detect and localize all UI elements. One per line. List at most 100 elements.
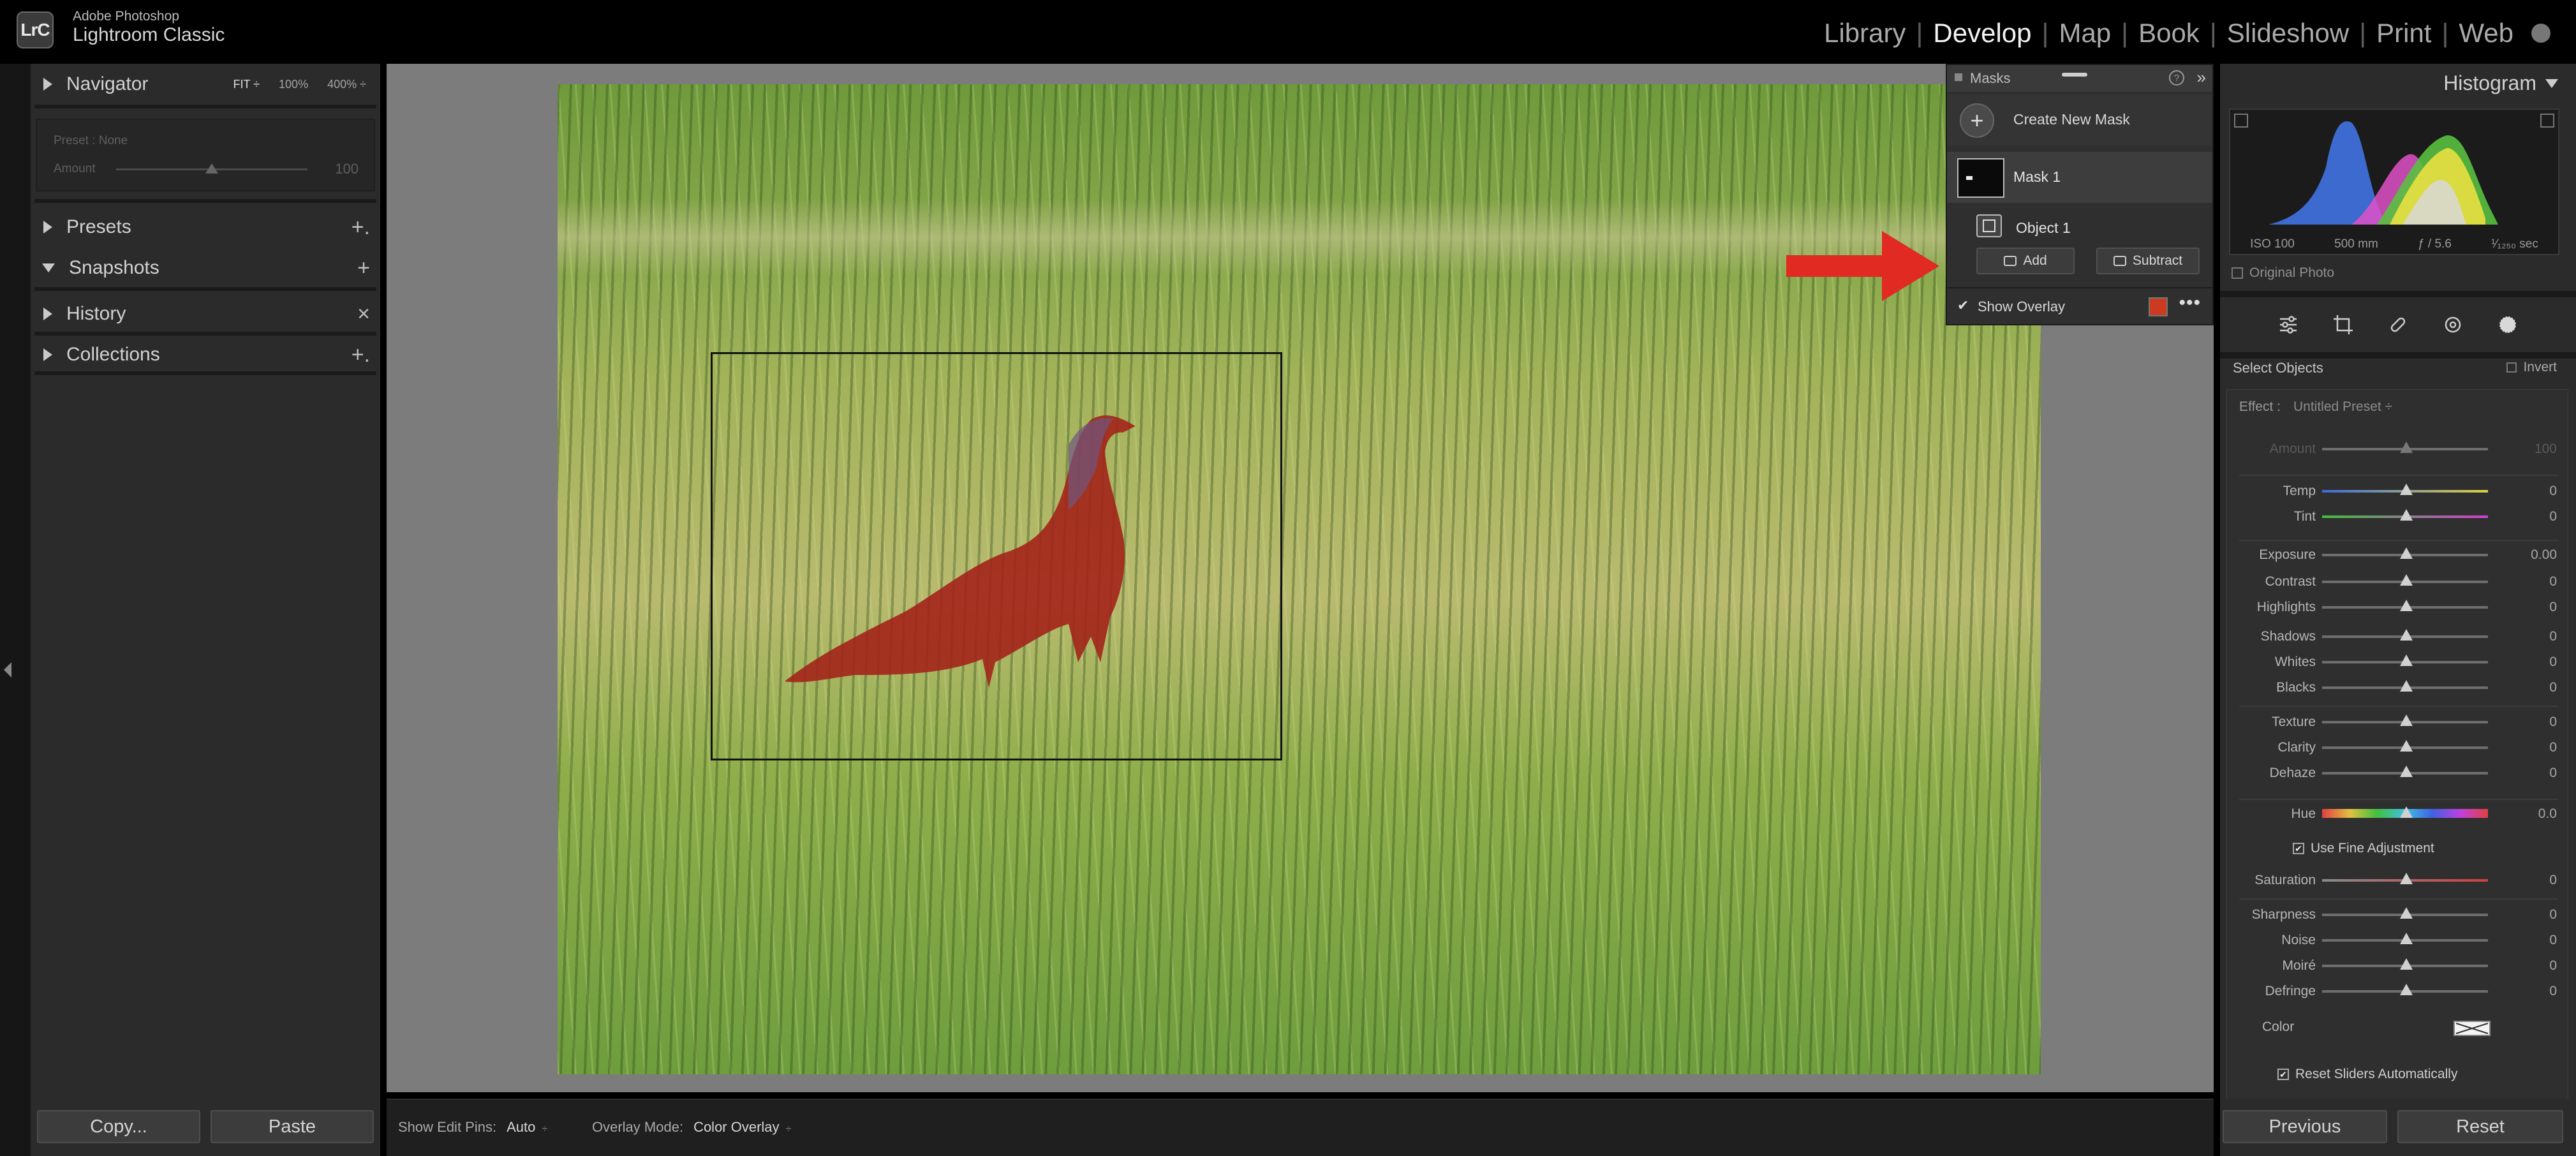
slider-value[interactable]: 0 [2549,907,2557,923]
slider-value[interactable]: 0 [2549,958,2557,974]
cloud-sync-icon[interactable] [2531,24,2550,43]
slider-thumb[interactable] [2400,574,2413,586]
original-photo-toggle[interactable]: Original Photo [2232,265,2334,281]
slider-clarity[interactable]: Clarity 0 [2226,739,2568,758]
navigator-preview[interactable]: Preset : None Amount 100 [36,119,375,191]
slider-value[interactable]: 0 [2549,574,2557,589]
mask-component-item[interactable]: Object 1 [1947,207,2212,242]
slider-shadows[interactable]: Shadows 0 [2226,628,2568,647]
masks-panel-header[interactable]: Masks ? » [1947,65,2212,92]
highlight-clipping-indicator[interactable] [2540,114,2554,128]
overlay-mode-value[interactable]: Color Overlay [693,1119,779,1135]
slider-highlights[interactable]: Highlights 0 [2226,598,2568,618]
slider-thumb[interactable] [2400,600,2413,611]
previous-button[interactable]: Previous [2223,1110,2387,1143]
zoom-fit-option[interactable]: FIT ÷ [233,78,260,91]
slider-value[interactable]: 0 [2549,629,2557,644]
histogram[interactable]: ISO 100 500 mm ƒ / 5.6 ¹⁄₁₂₅₀ sec [2229,108,2559,255]
zoom-400-option[interactable]: 400% ÷ [327,78,366,91]
use-fine-adjustment-toggle[interactable]: ✔ Use Fine Adjustment [2293,841,2434,856]
show-overlay-checkbox[interactable]: ✔ [1957,297,1969,314]
slider-saturation[interactable]: Saturation 0 [2226,871,2568,891]
reset-button[interactable]: Reset [2397,1110,2563,1143]
slider-thumb[interactable] [2400,547,2413,559]
slider-value[interactable]: 0 [2549,933,2557,948]
subtract-mask-button[interactable]: Subtract [2096,248,2200,274]
mask-list-item[interactable]: Mask 1 [1947,152,2212,203]
zoom-100-option[interactable]: 100% [279,78,308,91]
use-fine-adjustment-checkbox[interactable]: ✔ [2293,843,2304,854]
module-develop[interactable]: Develop [1923,18,2041,48]
slider-value[interactable]: 0 [2549,509,2557,524]
reset-sliders-toggle[interactable]: ✔ Reset Sliders Automatically [2277,1067,2457,1082]
slider-defringe[interactable]: Defringe 0 [2226,982,2568,1002]
slider-tint[interactable]: Tint 0 [2226,508,2568,527]
slider-value[interactable]: 0 [2549,740,2557,755]
slider-texture[interactable]: Texture 0 [2226,713,2568,732]
effect-preset-dropdown[interactable]: Untitled Preset ÷ [2293,399,2392,415]
slider-value[interactable]: 0 [2549,655,2557,670]
more-options-icon[interactable]: ••• [2179,292,2201,314]
mask-color-swatch[interactable] [2454,1021,2491,1036]
slider-moir[interactable]: Moiré 0 [2226,957,2568,976]
show-overlay-label[interactable]: Show Overlay [1978,299,2065,315]
add-mask-button[interactable]: Add [1976,248,2075,274]
slider-value[interactable]: 0.0 [2538,806,2557,822]
slider-thumb[interactable] [2400,933,2413,944]
slider-blacks[interactable]: Blacks 0 [2226,679,2568,698]
slider-amount[interactable]: Amount 100 [2226,440,2568,459]
slider-thumb[interactable] [2400,629,2413,641]
panel-drag-handle[interactable] [2062,73,2087,77]
slider-temp[interactable]: Temp 0 [2226,482,2568,501]
slider-value[interactable]: 0.00 [2531,547,2557,563]
presets-header[interactable]: Presets +. [31,209,380,245]
slider-thumb[interactable] [2400,441,2413,453]
module-library[interactable]: Library [1814,18,1916,48]
slider-thumb[interactable] [2400,907,2413,919]
object-selection-rectangle[interactable] [711,352,1282,760]
slider-hue[interactable]: Hue 0.0 [2226,805,2568,824]
slider-value[interactable]: 0 [2549,766,2557,781]
edit-sliders-icon[interactable] [2277,314,2299,336]
create-new-mask-row[interactable]: + Create New Mask [1947,94,2212,145]
masking-icon[interactable] [2497,314,2519,336]
slider-value[interactable]: 0 [2549,600,2557,615]
show-edit-pins-control[interactable]: Show Edit Pins: Auto ÷ [398,1119,547,1136]
add-preset-button[interactable]: +. [352,215,370,240]
slider-thumb[interactable] [2400,715,2413,726]
invert-toggle[interactable]: Invert [2506,360,2557,375]
slider-value[interactable]: 0 [2549,715,2557,730]
slider-sharpness[interactable]: Sharpness 0 [2226,906,2568,925]
module-book[interactable]: Book [2128,18,2210,48]
module-print[interactable]: Print [2366,18,2441,48]
invert-checkbox[interactable] [2506,362,2517,373]
show-edit-pins-value[interactable]: Auto [507,1119,535,1135]
original-photo-checkbox[interactable] [2232,267,2243,279]
slider-value[interactable]: 0 [2549,873,2557,888]
slider-thumb[interactable] [2400,958,2413,970]
histogram-header[interactable]: Histogram [2443,71,2558,95]
collapse-panel-icon[interactable]: » [2197,68,2206,87]
slider-exposure[interactable]: Exposure 0.00 [2226,546,2568,565]
module-web[interactable]: Web [2448,18,2524,48]
slider-value[interactable]: 0 [2549,484,2557,499]
overlay-mode-control[interactable]: Overlay Mode: Color Overlay ÷ [592,1119,791,1136]
slider-thumb[interactable] [2400,740,2413,752]
slider-thumb[interactable] [2400,484,2413,495]
panel-grip-icon[interactable] [1955,73,1962,81]
slider-thumb[interactable] [2400,509,2413,521]
slider-contrast[interactable]: Contrast 0 [2226,573,2568,592]
slider-value[interactable]: 0 [2549,984,2557,999]
module-map[interactable]: Map [2048,18,2121,48]
slider-whites[interactable]: Whites 0 [2226,653,2568,672]
add-collection-button[interactable]: +. [352,343,370,367]
slider-dehaze[interactable]: Dehaze 0 [2226,764,2568,783]
slider-thumb[interactable] [2400,766,2413,777]
slider-thumb[interactable] [2400,873,2413,884]
crop-icon[interactable] [2332,314,2354,336]
slider-noise[interactable]: Noise 0 [2226,931,2568,951]
help-icon[interactable]: ? [2169,70,2184,85]
shadow-clipping-indicator[interactable] [2234,114,2248,128]
red-eye-icon[interactable] [2442,314,2464,336]
overlay-color-swatch[interactable] [2149,297,2168,316]
